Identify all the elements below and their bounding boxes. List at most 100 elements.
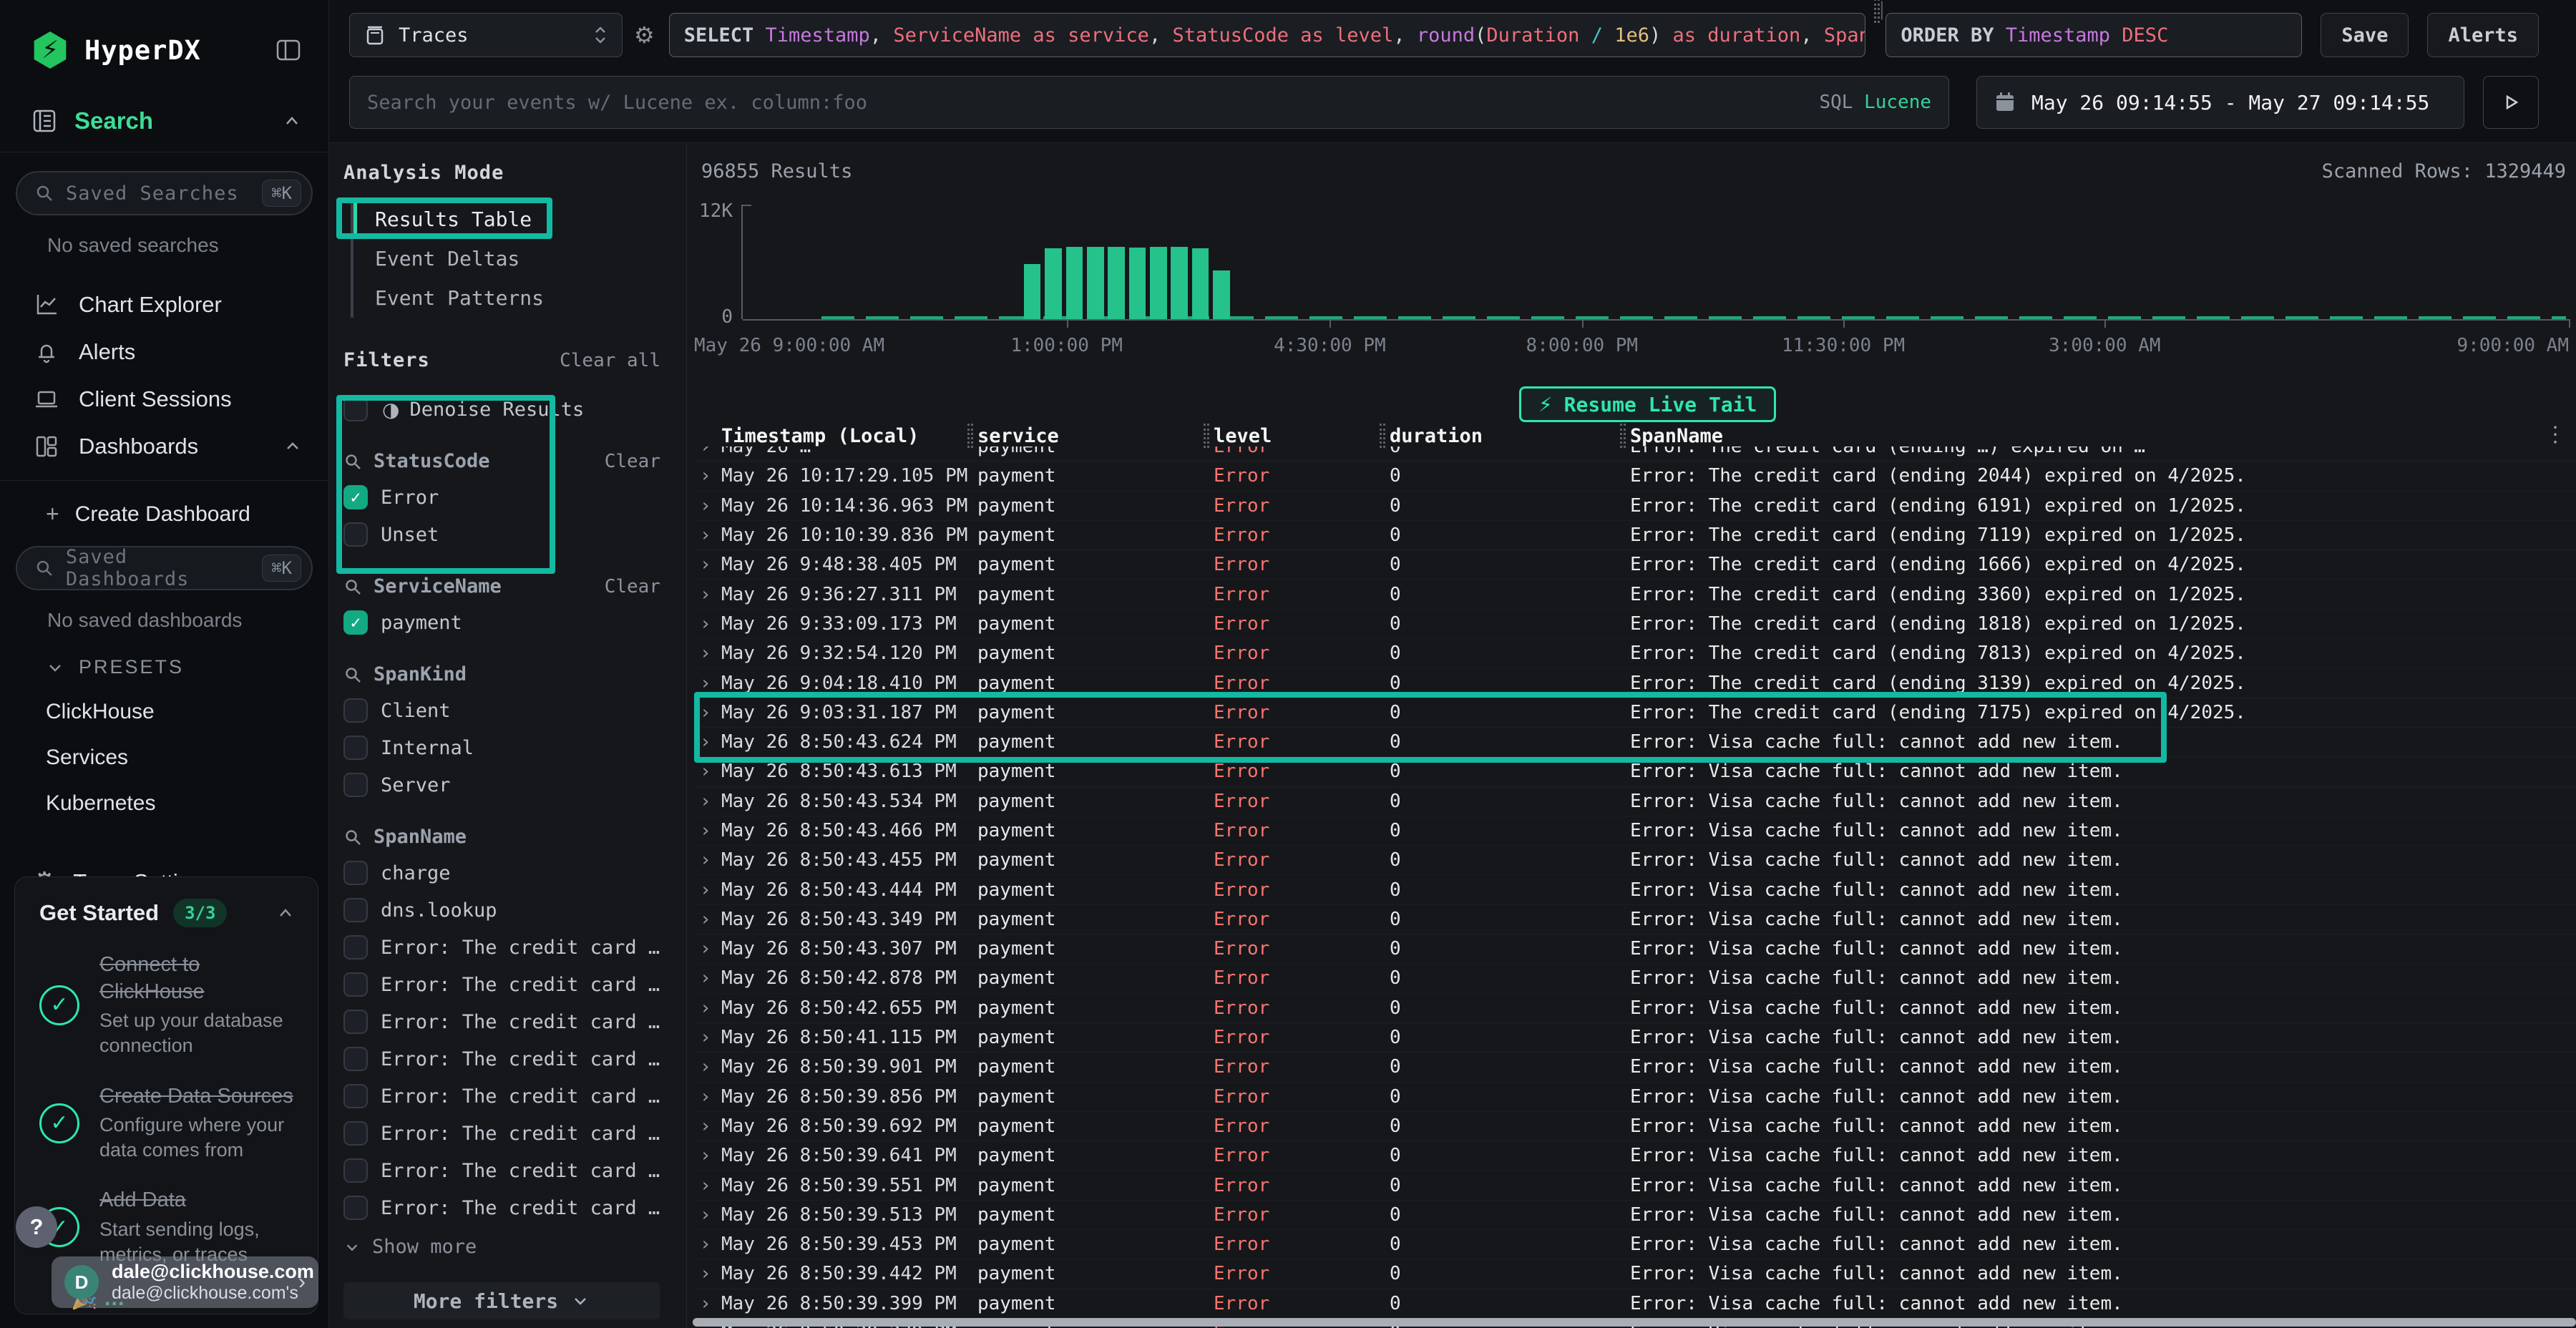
presets-toggle[interactable]: PRESETS bbox=[46, 656, 328, 678]
table-row[interactable]: ›May 26 8:50:43.613 PMpaymentError0Error… bbox=[693, 757, 2576, 786]
saved-searches-input[interactable]: Saved Searches ⌘K bbox=[16, 171, 313, 215]
histogram-bar[interactable] bbox=[1108, 247, 1124, 319]
horizontal-scrollbar[interactable] bbox=[693, 1318, 2576, 1327]
checkbox-unchecked[interactable] bbox=[343, 1121, 368, 1146]
checkbox-unchecked[interactable] bbox=[343, 698, 368, 723]
row-expand-chevron-icon[interactable]: › bbox=[693, 495, 721, 517]
filter-option[interactable]: Error bbox=[343, 485, 666, 509]
column-header-duration[interactable]: duration bbox=[1390, 425, 1630, 447]
user-menu[interactable]: D dale@clickhouse.com dale@clickhouse.co… bbox=[52, 1256, 318, 1308]
row-expand-chevron-icon[interactable]: › bbox=[693, 791, 721, 812]
create-dashboard-button[interactable]: + Create Dashboard bbox=[46, 501, 328, 527]
resume-live-tail-button[interactable]: ⚡ Resume Live Tail bbox=[1519, 386, 1776, 422]
table-row[interactable]: ›May 26 10:14:36.963 PMpaymentError0Erro… bbox=[693, 492, 2576, 521]
row-expand-chevron-icon[interactable]: › bbox=[693, 938, 721, 960]
checkbox-unchecked[interactable] bbox=[343, 1196, 368, 1220]
sidebar-collapse-icon[interactable] bbox=[274, 36, 303, 64]
table-options-kebab-icon[interactable]: ⋮ bbox=[2545, 422, 2566, 447]
table-row[interactable]: ›May 26 8:50:39.453 PMpaymentError0Error… bbox=[693, 1230, 2576, 1259]
row-expand-chevron-icon[interactable]: › bbox=[693, 997, 721, 1019]
checkbox-unchecked[interactable] bbox=[343, 861, 368, 885]
table-row[interactable]: ›May 26 8:50:41.115 PMpaymentError0Error… bbox=[693, 1023, 2576, 1053]
filter-option[interactable]: Error: The credit card … bbox=[343, 1196, 666, 1220]
histogram-bar[interactable] bbox=[1150, 247, 1166, 319]
table-row[interactable]: ›May 26 9:48:38.405 PMpaymentError0Error… bbox=[693, 550, 2576, 580]
row-expand-chevron-icon[interactable]: › bbox=[693, 731, 721, 753]
table-row[interactable]: ›May 26 8:50:39.513 PMpaymentError0Error… bbox=[693, 1201, 2576, 1230]
column-header-level[interactable]: level bbox=[1214, 425, 1390, 447]
row-expand-chevron-icon[interactable]: › bbox=[693, 761, 721, 782]
filter-option[interactable]: charge bbox=[343, 861, 666, 885]
checkbox-unchecked[interactable] bbox=[343, 736, 368, 760]
row-expand-chevron-icon[interactable]: › bbox=[693, 554, 721, 575]
row-expand-chevron-icon[interactable]: › bbox=[693, 673, 721, 694]
row-expand-chevron-icon[interactable]: › bbox=[693, 879, 721, 901]
checkbox-unchecked[interactable] bbox=[343, 773, 368, 797]
row-expand-chevron-icon[interactable]: › bbox=[693, 643, 721, 664]
lang-toggle-sql[interactable]: SQL bbox=[1819, 92, 1853, 113]
filter-option[interactable]: Error: The credit card … bbox=[343, 1084, 666, 1108]
row-expand-chevron-icon[interactable]: › bbox=[693, 1027, 721, 1048]
table-row[interactable]: ›May 26 9:33:09.173 PMpaymentError0Error… bbox=[693, 610, 2576, 639]
histogram-bar[interactable] bbox=[1087, 247, 1103, 319]
table-row[interactable]: ›May 26 8:50:43.624 PMpaymentError0Error… bbox=[693, 728, 2576, 757]
sidebar-item-dashboards[interactable]: Dashboards bbox=[0, 423, 328, 470]
analysis-mode-event-deltas[interactable]: Event Deltas bbox=[353, 239, 666, 278]
filter-option[interactable]: Error: The credit card … bbox=[343, 1010, 666, 1034]
order-by-editor[interactable]: ORDER BY Timestamp DESC bbox=[1885, 13, 2302, 57]
column-resize-handle[interactable] bbox=[1620, 424, 1626, 448]
table-row[interactable]: ›May 26 10:17:29.105 PMpaymentError0Erro… bbox=[693, 462, 2576, 491]
row-expand-chevron-icon[interactable]: › bbox=[693, 1056, 721, 1078]
filter-option[interactable]: Error: The credit card … bbox=[343, 935, 666, 960]
preset-clickhouse[interactable]: ClickHouse bbox=[46, 700, 328, 724]
row-expand-chevron-icon[interactable]: › bbox=[693, 584, 721, 605]
analysis-mode-event-patterns[interactable]: Event Patterns bbox=[353, 278, 666, 318]
filter-option[interactable]: Internal bbox=[343, 736, 666, 760]
column-resize-handle[interactable] bbox=[1204, 424, 1209, 448]
table-row[interactable]: ›May 26 9:03:31.187 PMpaymentError0Error… bbox=[693, 698, 2576, 728]
row-expand-chevron-icon[interactable]: › bbox=[693, 1263, 721, 1284]
save-button[interactable]: Save bbox=[2321, 13, 2409, 57]
filter-option[interactable]: dns.lookup bbox=[343, 898, 666, 922]
checkbox-unchecked[interactable] bbox=[343, 972, 368, 997]
search-input[interactable]: Search your events w/ Lucene ex. column:… bbox=[349, 76, 1949, 129]
row-expand-chevron-icon[interactable]: › bbox=[693, 1234, 721, 1255]
analysis-mode-results-table[interactable]: Results Table bbox=[353, 200, 666, 239]
preset-kubernetes[interactable]: Kubernetes bbox=[46, 791, 328, 816]
sql-select-editor[interactable]: SELECT Timestamp, ServiceName as service… bbox=[669, 13, 1866, 57]
checkbox-checked[interactable] bbox=[343, 610, 368, 635]
row-expand-chevron-icon[interactable]: › bbox=[693, 446, 721, 457]
more-filters-button[interactable]: More filters bbox=[343, 1282, 660, 1319]
row-expand-chevron-icon[interactable]: › bbox=[693, 1086, 721, 1108]
filter-option[interactable]: Error: The credit card … bbox=[343, 1121, 666, 1146]
table-row[interactable]: ›May 26 8:50:42.655 PMpaymentError0Error… bbox=[693, 994, 2576, 1023]
chevron-up-icon[interactable] bbox=[275, 902, 296, 924]
table-row[interactable]: ›May 26 9:36:27.311 PMpaymentError0Error… bbox=[693, 580, 2576, 609]
table-row[interactable]: ›May 26 8:50:43.534 PMpaymentError0Error… bbox=[693, 787, 2576, 816]
date-range-picker[interactable]: May 26 09:14:55 - May 27 09:14:55 bbox=[1976, 76, 2464, 129]
chevron-up-icon[interactable] bbox=[281, 110, 303, 132]
filter-option[interactable]: Error: The credit card … bbox=[343, 1158, 666, 1183]
get-started-item[interactable]: ✓ Connect to ClickHouse Set up your data… bbox=[39, 952, 296, 1059]
run-query-button[interactable] bbox=[2483, 76, 2539, 129]
histogram-bar[interactable] bbox=[1213, 270, 1229, 319]
sidebar-item-client-sessions[interactable]: Client Sessions bbox=[0, 376, 328, 423]
preset-services[interactable]: Services bbox=[46, 746, 328, 770]
denoise-results-toggle[interactable]: ◑ Denoise Results bbox=[343, 397, 666, 421]
checkbox-unchecked[interactable] bbox=[343, 1084, 368, 1108]
clear-all-button[interactable]: Clear all bbox=[560, 350, 660, 371]
table-row[interactable]: ›May 26 8:50:42.878 PMpaymentError0Error… bbox=[693, 964, 2576, 993]
filter-option[interactable]: Error: The credit card … bbox=[343, 1047, 666, 1071]
column-resize-handle[interactable] bbox=[1380, 424, 1385, 448]
histogram-bar[interactable] bbox=[1066, 247, 1083, 319]
table-row[interactable]: ›May 26 8:50:39.901 PMpaymentError0Error… bbox=[693, 1053, 2576, 1082]
alerts-button[interactable]: Alerts bbox=[2427, 13, 2539, 57]
table-row[interactable]: ›May 26 8:50:39.551 PMpaymentError0Error… bbox=[693, 1171, 2576, 1200]
row-expand-chevron-icon[interactable]: › bbox=[693, 524, 721, 546]
table-row[interactable]: ›May 26 8:50:39.692 PMpaymentError0Error… bbox=[693, 1112, 2576, 1141]
row-expand-chevron-icon[interactable]: › bbox=[693, 1175, 721, 1196]
row-expand-chevron-icon[interactable]: › bbox=[693, 1204, 721, 1226]
filter-clear-button[interactable]: Clear bbox=[605, 451, 660, 472]
filter-option[interactable]: Unset bbox=[343, 522, 666, 547]
table-row[interactable]: ›May 26 8:50:39.641 PMpaymentError0Error… bbox=[693, 1141, 2576, 1171]
